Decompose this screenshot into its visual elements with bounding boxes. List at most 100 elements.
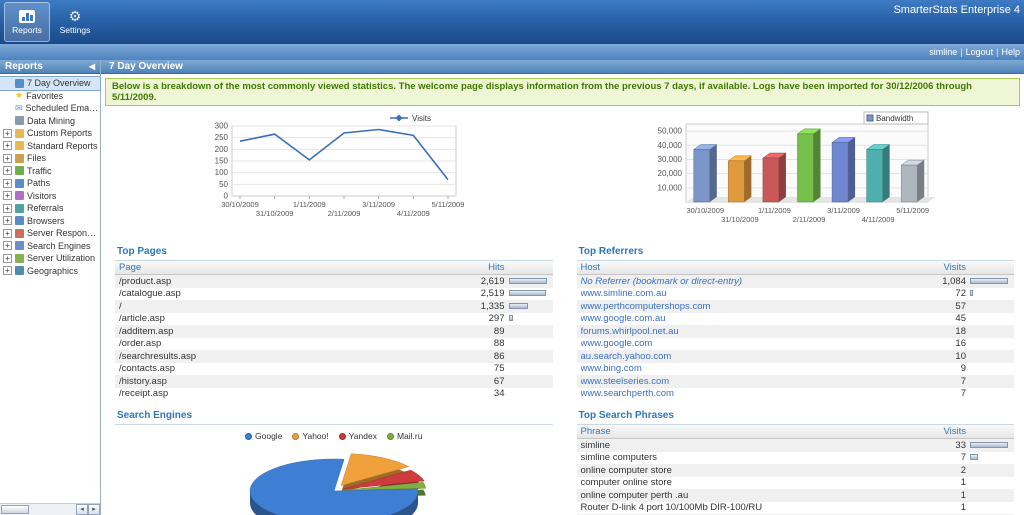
phrase-cell: computer online store xyxy=(581,477,911,488)
page-cell: /searchresults.asp xyxy=(119,351,449,362)
svg-text:30/10/2009: 30/10/2009 xyxy=(687,206,725,215)
visits-cell: 2 xyxy=(910,465,966,476)
sidebar-item[interactable]: + Browsers xyxy=(0,215,100,228)
visits-cell: 1 xyxy=(910,490,966,501)
expand-icon[interactable]: + xyxy=(3,179,12,188)
sidebar-item[interactable]: + Server Utilization xyxy=(0,252,100,265)
host-link[interactable]: www.simline.com.au xyxy=(581,288,911,299)
expand-icon[interactable]: + xyxy=(3,191,12,200)
expand-icon[interactable]: + xyxy=(3,129,12,138)
host-link[interactable]: www.bing.com xyxy=(581,363,911,374)
table-row: /catalogue.asp 2,519 xyxy=(115,288,553,301)
sidebar-item[interactable]: + ★ Favorites xyxy=(0,90,100,103)
visits-cell: 7 xyxy=(910,388,966,399)
visits-cell: 9 xyxy=(910,363,966,374)
scroll-right-button[interactable]: ▸ xyxy=(88,504,100,515)
scroll-left-button[interactable]: ◂ xyxy=(76,504,88,515)
visits-cell: 1 xyxy=(910,502,966,513)
scrollbar-thumb[interactable] xyxy=(1,505,29,514)
reports-panel-header: Reports ◀ xyxy=(0,60,100,74)
collapse-panel-icon[interactable]: ◀ xyxy=(89,60,95,74)
expand-icon[interactable]: + xyxy=(3,229,12,238)
table-row: online computer store 2 xyxy=(577,464,1015,477)
sidebar-item[interactable]: + Standard Reports xyxy=(0,140,100,153)
table-header: Host Visits xyxy=(577,261,1015,275)
folder-icon xyxy=(15,129,24,138)
host-link[interactable]: www.searchperth.com xyxy=(581,388,911,399)
expand-icon[interactable]: + xyxy=(3,241,12,250)
phrase-cell: Router D-link 4 port 10/100Mb DIR-100/RU xyxy=(581,502,911,513)
sidebar-item[interactable]: + Visitors xyxy=(0,190,100,203)
calendar-icon xyxy=(15,79,24,88)
expand-icon[interactable]: + xyxy=(3,216,12,225)
app-title: SmarterStats Enterprise 4 xyxy=(893,4,1020,16)
page-header: 7 Day Overview xyxy=(101,60,1024,74)
section-title-top-referrers: Top Referrers xyxy=(577,244,1015,261)
reports-panel-title: Reports xyxy=(5,60,43,74)
sidebar-item[interactable]: + Data Mining xyxy=(0,115,100,128)
visits-cell: 72 xyxy=(910,288,966,299)
sidebar-item[interactable]: + Files xyxy=(0,152,100,165)
expand-icon[interactable]: + xyxy=(3,266,12,275)
svg-text:20,000: 20,000 xyxy=(658,169,683,178)
files-icon xyxy=(15,154,24,163)
help-link[interactable]: Help xyxy=(1001,47,1020,57)
bottom-row: Search Engines GoogleYahoo!YandexMail.ru… xyxy=(101,408,1024,515)
gear-icon: ⚙ xyxy=(69,10,82,23)
sidebar-item[interactable]: + Referrals xyxy=(0,202,100,215)
host-link[interactable]: www.google.com.au xyxy=(581,313,911,324)
host-link[interactable]: forums.whirlpool.net.au xyxy=(581,326,911,337)
visits-cell: 33 xyxy=(910,440,966,451)
sidebar-item[interactable]: + Paths xyxy=(0,177,100,190)
username-link[interactable]: simline xyxy=(929,47,957,57)
visits-cell: 16 xyxy=(910,338,966,349)
page-cell: /product.asp xyxy=(119,276,449,287)
sidebar-item-label: Visitors xyxy=(27,191,56,201)
svg-text:31/10/2009: 31/10/2009 xyxy=(721,215,759,224)
host-link[interactable]: au.search.yahoo.com xyxy=(581,351,911,362)
main-area: 7 Day Overview Below is a breakdown of t… xyxy=(101,60,1024,515)
visits-cell: 7 xyxy=(910,376,966,387)
hits-cell: 88 xyxy=(449,338,505,349)
sidebar-item[interactable]: + Custom Reports xyxy=(0,127,100,140)
sidebar-item-label: Custom Reports xyxy=(27,128,92,138)
sidebar-horizontal-scrollbar[interactable]: ◂ ▸ xyxy=(0,503,100,515)
page-cell: /order.asp xyxy=(119,338,449,349)
table-row: www.simline.com.au 72 xyxy=(577,288,1015,301)
expand-icon[interactable]: + xyxy=(3,254,12,263)
referrals-icon xyxy=(15,204,24,213)
table-row: online computer perth .au 1 xyxy=(577,489,1015,502)
sidebar-item[interactable]: + 7 Day Overview xyxy=(0,77,100,90)
pie-legend: GoogleYahoo!YandexMail.ru xyxy=(245,431,422,441)
host-link[interactable]: www.perthcomputershops.com xyxy=(581,301,911,312)
top-search-phrases-table: Phrase Visits simline 33 simline compute… xyxy=(577,425,1015,515)
expand-icon[interactable]: + xyxy=(3,141,12,150)
legend-item: Google xyxy=(245,431,282,441)
expand-icon[interactable]: + xyxy=(3,154,12,163)
user-links-bar: simline | Logout | Help xyxy=(0,44,1024,60)
sidebar-item-label: Standard Reports xyxy=(27,141,98,151)
host-link[interactable]: www.google.com xyxy=(581,338,911,349)
expand-icon[interactable]: + xyxy=(3,166,12,175)
expand-icon[interactable]: + xyxy=(3,204,12,213)
notice-bar: Below is a breakdown of the most commonl… xyxy=(105,78,1020,106)
settings-toolbar-button[interactable]: ⚙ Settings xyxy=(52,2,98,42)
logout-link[interactable]: Logout xyxy=(966,47,994,57)
legend-dot xyxy=(292,433,299,440)
host-link[interactable]: No Referrer (bookmark or direct-entry) xyxy=(581,276,911,287)
sidebar-item[interactable]: + ✉ Scheduled Email Reports xyxy=(0,102,100,115)
sidebar-item[interactable]: + Traffic xyxy=(0,165,100,178)
host-link[interactable]: www.steelseries.com xyxy=(581,376,911,387)
sidebar-item-label: Favorites xyxy=(26,91,63,101)
reports-toolbar-button[interactable]: Reports xyxy=(4,2,50,42)
tables-row: Top Pages Page Hits /product.asp 2,619 /… xyxy=(101,244,1024,400)
svg-text:3/11/2009: 3/11/2009 xyxy=(827,206,860,215)
table-row: www.google.com 16 xyxy=(577,338,1015,351)
separator: | xyxy=(996,47,998,57)
sidebar-item[interactable]: + Server Responses xyxy=(0,227,100,240)
sidebar-item-label: Traffic xyxy=(27,166,52,176)
sidebar-item[interactable]: + Geographics xyxy=(0,265,100,278)
visits-line-chart: 05010015020025030030/10/200931/10/20091/… xyxy=(192,110,472,228)
hits-cell: 1,335 xyxy=(449,301,505,312)
sidebar-item[interactable]: + Search Engines xyxy=(0,240,100,253)
